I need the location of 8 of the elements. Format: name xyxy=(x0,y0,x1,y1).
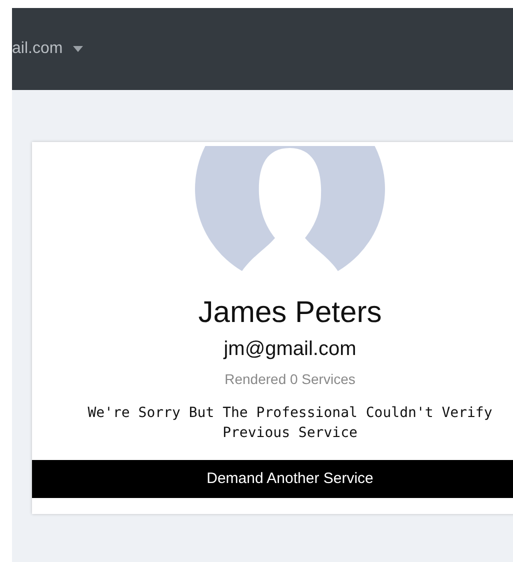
caret-icon xyxy=(72,46,83,52)
avatar-icon xyxy=(195,146,385,284)
profile-name: James Peters xyxy=(198,296,382,330)
profile-email: jm@gmail.com xyxy=(224,338,356,361)
demand-service-button[interactable]: Demand Another Service xyxy=(32,460,513,498)
services-count: Rendered 0 Services xyxy=(224,371,356,387)
status-message: We're Sorry But The Professional Couldn't Verify Previous Service xyxy=(86,404,494,444)
user-menu-link[interactable]: ail.com xyxy=(12,40,83,58)
